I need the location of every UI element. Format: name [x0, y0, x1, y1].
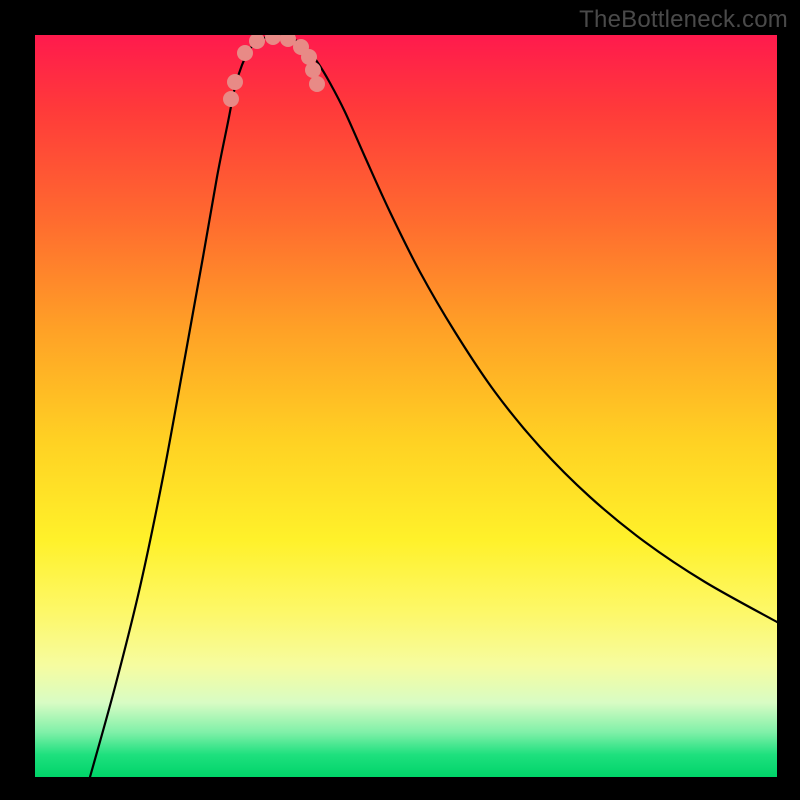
chart-marker: [309, 76, 325, 92]
chart-marker: [227, 74, 243, 90]
chart-marker: [305, 62, 321, 78]
chart-plot-area: [35, 35, 777, 777]
chart-marker: [265, 35, 281, 45]
chart-marker: [223, 91, 239, 107]
chart-svg: [35, 35, 777, 777]
chart-markers: [223, 35, 325, 107]
chart-marker: [237, 45, 253, 61]
chart-frame: TheBottleneck.com: [0, 0, 800, 800]
watermark-text: TheBottleneck.com: [579, 6, 788, 34]
bottleneck-curve: [90, 37, 777, 777]
